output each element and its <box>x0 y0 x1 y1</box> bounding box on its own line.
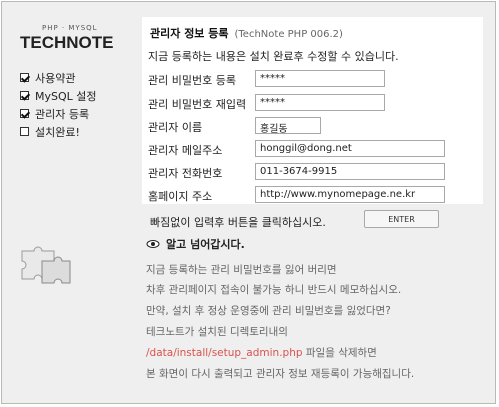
file-path-text: /data/install/setup_admin.php <box>146 347 303 359</box>
note-line: 지금 등록하는 관리 비밀번호를 잃어 버리면 <box>146 264 337 276</box>
step-label: MySQL 설정 <box>35 89 97 103</box>
note-line: 테크노트가 설치된 디렉토리내의 <box>146 326 288 338</box>
checkbox-checked-icon <box>20 73 29 82</box>
step-mysql: MySQL 설정 <box>20 88 97 103</box>
field-label: 관리자 전화번호 <box>148 167 223 180</box>
admin-name-input[interactable]: 홍길동 <box>255 117 321 135</box>
installer-window: PHP · MYSQL TECHNOTE 사용약관 MySQL 설정 관리자 등… <box>1 1 496 404</box>
puzzle-icon <box>21 246 71 284</box>
note-heading-text: 알고 넘어갑시다. <box>166 238 245 251</box>
step-admin: 관리자 등록 <box>20 106 89 121</box>
version-text: (TechNote PHP 006.2) <box>234 29 343 40</box>
enter-button[interactable]: ENTER <box>364 210 439 228</box>
note-line: 차후 관리페이지 접속이 불가능 하니 반드시 메모하십시오. <box>146 284 402 296</box>
field-label: 관리 비밀번호 재입력 <box>148 98 247 111</box>
eye-icon <box>146 240 160 248</box>
note-box: 알고 넘어갑시다. 지금 등록하는 관리 비밀번호를 잃어 버리면 차후 관리페… <box>146 236 482 380</box>
step-label: 사용약관 <box>35 71 76 85</box>
checkbox-checked-icon <box>20 91 29 100</box>
field-label: 관리자 메일주소 <box>148 144 223 157</box>
logo-title: TECHNOTE <box>20 33 114 52</box>
logo-subtitle: PHP · MYSQL <box>42 24 98 32</box>
step-terms: 사용약관 <box>20 70 75 85</box>
instruction-text: 빠짐없이 입력후 버튼을 클릭하십시오. <box>150 216 326 229</box>
note-line: /data/install/setup_admin.php 파일을 삭제하면 <box>146 345 377 360</box>
phone-input[interactable]: 011-3674-9915 <box>255 163 445 180</box>
field-label: 관리자 이름 <box>148 121 203 134</box>
homepage-input[interactable]: http://www.mynomepage.ne.kr <box>255 186 445 203</box>
panel-title: 관리자 정보 등록 (TechNote PHP 006.2) <box>150 25 343 41</box>
note-heading: 알고 넘어갑시다. <box>146 236 482 252</box>
step-complete: 설치완료! <box>20 124 80 139</box>
password-confirm-input[interactable]: ***** <box>255 94 385 111</box>
note-line-suffix: 파일을 삭제하면 <box>305 347 377 359</box>
password-input[interactable]: ***** <box>255 70 385 87</box>
sidebar: PHP · MYSQL TECHNOTE 사용약관 MySQL 설정 관리자 등… <box>2 2 140 403</box>
notice-text: 지금 등록하는 내용은 설치 완료후 수정할 수 있습니다. <box>148 50 399 63</box>
checkbox-empty-icon <box>20 127 29 136</box>
field-label: 관리 비밀번호 등록 <box>148 74 236 87</box>
panel-title-text: 관리자 정보 등록 <box>150 27 229 40</box>
note-line: 본 화면이 다시 출력되고 관리자 정보 재등록이 가능해집니다. <box>146 368 415 380</box>
note-line: 만약, 설치 후 정상 운영중에 관리 비밀번호를 잃었다면? <box>146 305 391 317</box>
step-label: 관리자 등록 <box>35 107 90 121</box>
checkbox-checked-icon <box>20 109 29 118</box>
admin-form-panel: 관리자 정보 등록 (TechNote PHP 006.2) 지금 등록하는 내용… <box>142 17 483 204</box>
field-label: 홈페이지 주소 <box>148 190 213 203</box>
email-input[interactable]: honggil@dong.net <box>255 140 445 157</box>
technote-logo: PHP · MYSQL TECHNOTE <box>20 24 116 58</box>
step-label: 설치완료! <box>35 125 80 139</box>
